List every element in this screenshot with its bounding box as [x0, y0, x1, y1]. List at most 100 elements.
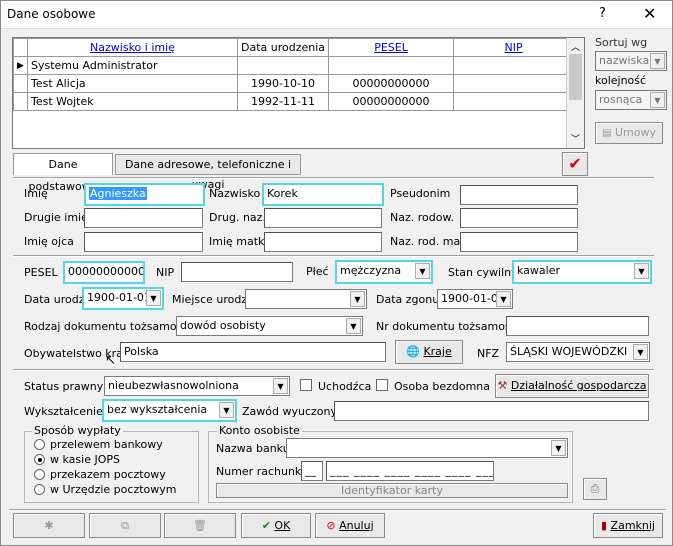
copy-record-icon[interactable]: ⧉: [89, 513, 161, 538]
birth-date-picker[interactable]: 1900-01-01 ▼: [82, 287, 164, 310]
account-number-field[interactable]: ___ ____ ____ ____ ____ ____: [326, 461, 494, 481]
second-surname-field[interactable]: [264, 208, 382, 228]
second-name-field[interactable]: [84, 208, 203, 228]
chevron-down-icon: ▼: [346, 318, 361, 334]
citizenship-field[interactable]: Polska: [120, 342, 386, 362]
checkmark-icon: ✔: [261, 519, 271, 532]
payout-group-title: Sposób wypłaty: [32, 424, 123, 437]
persons-grid[interactable]: Nazwisko i imię Data urodzenia PESEL NIP…: [12, 37, 585, 149]
pesel-label: PESEL: [24, 266, 58, 279]
family-name-field[interactable]: [460, 208, 578, 228]
add-record-icon[interactable]: ✱: [13, 513, 85, 538]
id-doc-type-dropdown[interactable]: dowód osobisty ▼: [176, 316, 363, 336]
tab-address[interactable]: Dane adresowe, telefoniczne i uwagi: [115, 154, 301, 191]
dialog-window: Dane osobowe ? ✕ Nazwisko i imię Data ur…: [0, 0, 673, 546]
print-icon[interactable]: ⎙: [583, 478, 607, 500]
order-label: kolejność: [595, 74, 647, 87]
mother-name-field[interactable]: [264, 232, 382, 252]
cancel-icon: ⊘: [326, 519, 336, 532]
account-number-check-field[interactable]: __: [301, 461, 323, 481]
second-surname-label: Drug. naz.: [209, 211, 266, 224]
scroll-thumb[interactable]: [569, 54, 582, 100]
death-date-picker[interactable]: 1900-01-01 ▼: [437, 289, 513, 309]
legal-status-dropdown[interactable]: nieubezwłasnowolniona ▼: [104, 376, 290, 396]
window-title: Dane osobowe: [7, 7, 96, 21]
sort-dropdown[interactable]: nazwiska ▼: [595, 51, 667, 71]
education-label: Wykształcenie: [24, 405, 103, 418]
family-name-label: Naz. rodow.: [390, 211, 454, 224]
mother-family-name-label: Naz. rod. mat.: [390, 235, 468, 248]
payout-radio-cash[interactable]: [34, 454, 45, 465]
pesel-field[interactable]: 00000000000: [63, 261, 145, 284]
tab-basic[interactable]: Dane podstawowe: [13, 153, 113, 193]
cancel-button[interactable]: ⊘ Anuluj: [315, 513, 385, 538]
profession-label: Zawód wyuczony: [242, 405, 337, 418]
confirm-check-icon[interactable]: ✔: [562, 152, 588, 176]
chevron-down-icon: ▼: [146, 290, 161, 306]
payout-radio-postal-transfer[interactable]: [34, 469, 45, 480]
row-pointer-icon: ▶: [13, 56, 28, 75]
ok-button[interactable]: ✔ OK: [241, 513, 311, 538]
id-doc-number-label: Nr dokumentu tożsamości: [376, 320, 520, 333]
grid-scrollbar[interactable]: ︿ ﹀: [566, 38, 584, 148]
marital-status-label: Stan cywilny: [448, 266, 518, 279]
citizenship-label: Obywatelstwo kraju: [24, 347, 133, 360]
col-header-nip[interactable]: NIP: [453, 38, 575, 57]
id-doc-number-field[interactable]: [506, 316, 649, 336]
chevron-down-icon: ▼: [650, 53, 665, 69]
refugee-checkbox[interactable]: [300, 379, 312, 391]
nfz-dropdown[interactable]: ŚLĄSKI WOJEWÓDZKI ▼: [506, 342, 650, 362]
sex-dropdown[interactable]: mężczyzna ▼: [335, 260, 433, 284]
nip-field[interactable]: [181, 262, 293, 282]
homeless-checkbox[interactable]: [376, 379, 388, 391]
father-name-field[interactable]: [84, 232, 203, 252]
homeless-label: Osoba bezdomna: [394, 380, 491, 393]
death-date-label: Data zgonu: [376, 293, 440, 306]
surname-label: Nazwisko: [209, 187, 261, 200]
nickname-field[interactable]: [460, 185, 578, 205]
countries-button[interactable]: 🌐 Kraje: [395, 340, 463, 364]
first-name-field[interactable]: Agnieszka: [84, 183, 205, 206]
title-bar: Dane osobowe ? ✕: [1, 1, 672, 29]
order-dropdown[interactable]: rosnąca ▼: [595, 90, 667, 110]
birth-place-dropdown[interactable]: ▼: [245, 289, 367, 309]
umowy-button[interactable]: ▤ Umowy: [595, 122, 663, 144]
contract-icon: ▤: [602, 128, 612, 139]
account-number-label: Numer rachunku: [216, 465, 308, 478]
chevron-down-icon: ▼: [634, 263, 649, 279]
scroll-down-icon[interactable]: ﹀: [571, 132, 580, 145]
table-row[interactable]: Test Alicja 1990-10-10 00000000000: [13, 74, 575, 93]
scroll-up-icon[interactable]: ︿: [571, 40, 580, 53]
payout-radio-post-office[interactable]: [34, 484, 45, 495]
chevron-down-icon: ▼: [273, 378, 288, 394]
bank-name-dropdown[interactable]: ▼: [286, 438, 568, 458]
globe-icon: 🌐: [406, 345, 420, 358]
business-activity-button[interactable]: ⚒ Działalność gospodarcza: [495, 374, 649, 398]
mother-family-name-field[interactable]: [460, 232, 578, 252]
education-dropdown[interactable]: bez wykształcenia ▼: [102, 399, 237, 422]
profession-field[interactable]: [334, 401, 649, 421]
marital-status-dropdown[interactable]: kawaler ▼: [512, 260, 652, 284]
chevron-down-icon: ▼: [496, 291, 511, 307]
card-id-button[interactable]: Identyfikator karty: [216, 483, 568, 498]
surname-field[interactable]: Korek: [262, 183, 384, 206]
col-header-birth[interactable]: Data urodzenia: [236, 38, 330, 57]
nickname-label: Pseudonim: [390, 187, 451, 200]
help-button[interactable]: ?: [599, 6, 606, 21]
table-row[interactable]: ▶ Systemu Administrator: [13, 56, 575, 75]
mouse-cursor-icon: ↖: [105, 353, 116, 368]
delete-record-icon[interactable]: 🗑: [164, 513, 236, 538]
payout-radio-bank[interactable]: [34, 439, 45, 450]
close-window-button[interactable]: ▮ Zamknij: [593, 513, 663, 538]
refugee-label: Uchodźca: [318, 380, 372, 393]
chevron-down-icon: ▼: [650, 92, 665, 108]
sort-label: Sortuj wg: [595, 36, 648, 49]
id-doc-type-label: Rodzaj dokumentu tożsamości: [24, 320, 192, 333]
bank-name-label: Nazwa banku: [216, 442, 290, 455]
col-header-name[interactable]: Nazwisko i imię: [27, 38, 238, 57]
birth-place-label: Miejsce urodz.: [172, 293, 251, 306]
second-name-label: Drugie imię: [24, 211, 88, 224]
col-header-pesel[interactable]: PESEL: [328, 38, 455, 57]
table-row[interactable]: Test Wojtek 1992-11-11 00000000000: [13, 92, 575, 111]
close-button[interactable]: ✕: [643, 4, 656, 23]
